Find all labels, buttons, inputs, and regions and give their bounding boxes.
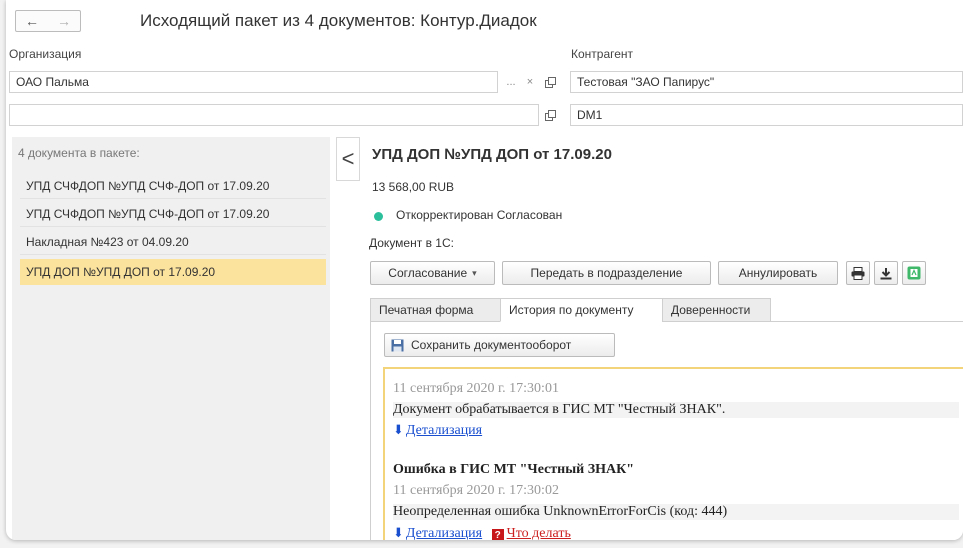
save-workflow-button[interactable]: Сохранить документооборот <box>384 333 615 357</box>
green-document-button[interactable] <box>902 261 926 285</box>
doc-1c-label: Документ в 1С: <box>369 236 454 250</box>
history-timestamp: 11 сентября 2020 г. 17:30:02 <box>393 483 559 498</box>
document-amount: 13 568,00 RUB <box>372 180 455 194</box>
print-button[interactable] <box>846 261 870 285</box>
download-icon: ⬇ <box>393 422 404 437</box>
tab-print-form[interactable]: Печатная форма <box>370 298 501 322</box>
what-to-do-link[interactable]: Что делать <box>507 526 571 540</box>
chevron-left-icon: < <box>341 146 355 171</box>
document-status: Откорректирован Согласован <box>396 208 563 222</box>
package-item[interactable]: УПД СЧФДОП №УПД СЧФ-ДОП от 17.09.20 <box>20 201 326 227</box>
package-header: 4 документа в пакете: <box>18 146 140 160</box>
download-icon: ⬇ <box>393 525 404 540</box>
package-item[interactable]: УПД СЧФДОП №УПД СЧФ-ДОП от 17.09.20 <box>20 173 326 199</box>
counterparty-box-field[interactable]: DM1 <box>570 104 963 126</box>
history-details: ⬇ Детализация ? Что делать <box>393 525 571 540</box>
details-link[interactable]: Детализация <box>406 423 482 438</box>
transfer-button[interactable]: Передать в подразделение <box>502 261 711 285</box>
arrow-right-icon: → <box>57 13 71 29</box>
package-item-selected[interactable]: УПД ДОП №УПД ДОП от 17.09.20 <box>20 259 326 285</box>
history-message: Документ обрабатывается в ГИС МТ "Честны… <box>393 402 959 418</box>
arrow-left-icon: ← <box>25 13 39 29</box>
package-panel: 4 документа в пакете: УПД СЧФДОП №УПД СЧ… <box>12 137 330 540</box>
chevron-down-icon: ▾ <box>472 267 477 278</box>
open-icon[interactable] <box>540 71 560 93</box>
counterparty-label: Контрагент <box>571 47 634 61</box>
download-button[interactable] <box>874 261 898 285</box>
document-tabs: Печатная форма История по документу Дове… <box>370 298 963 322</box>
annul-button[interactable]: Аннулировать <box>718 261 838 285</box>
navigation-buttons: ← → <box>15 10 81 32</box>
status-dot-icon <box>374 212 383 221</box>
details-link[interactable]: Детализация <box>406 526 482 540</box>
question-icon: ? <box>491 529 504 540</box>
forward-button[interactable]: → <box>48 11 80 31</box>
history-message: Неопределенная ошибка UnknownErrorForCis… <box>393 504 959 520</box>
organization-field[interactable]: ОАО Пальма <box>9 71 498 93</box>
history-tab-content: Сохранить документооборот 11 сентября 20… <box>370 322 963 540</box>
page-title: Исходящий пакет из 4 документов: Контур.… <box>140 11 537 30</box>
tab-powers-of-attorney[interactable]: Доверенности <box>662 298 771 322</box>
history-timestamp: 11 сентября 2020 г. 17:30:01 <box>393 381 559 396</box>
save-workflow-label: Сохранить документооборот <box>411 338 572 352</box>
history-log: 11 сентября 2020 г. 17:30:01 Документ об… <box>383 367 963 540</box>
approval-label: Согласование <box>388 266 468 280</box>
organization-label: Организация <box>9 47 82 61</box>
package-item[interactable]: Накладная №423 от 04.09.20 <box>20 229 326 255</box>
back-button[interactable]: ← <box>16 11 48 31</box>
history-error-title: Ошибка в ГИС МТ "Честный ЗНАК" <box>393 462 635 477</box>
open-icon[interactable] <box>540 104 560 126</box>
select-button[interactable]: ... <box>501 71 521 93</box>
app-window: ← → Исходящий пакет из 4 документов: Кон… <box>6 0 963 540</box>
approval-dropdown-button[interactable]: Согласование ▾ <box>370 261 495 285</box>
organization-extra-field[interactable] <box>9 104 539 126</box>
clear-button[interactable]: × <box>520 71 540 93</box>
download-icon <box>880 267 892 279</box>
document-title: УПД ДОП №УПД ДОП от 17.09.20 <box>372 146 612 163</box>
collapse-panel-button[interactable]: < <box>336 137 360 181</box>
history-details: ⬇ Детализация <box>393 422 482 439</box>
save-icon <box>391 339 404 351</box>
tab-history[interactable]: История по документу <box>500 298 663 322</box>
printer-icon <box>851 266 865 280</box>
counterparty-field[interactable]: Тестовая "ЗАО Папирус" <box>570 71 963 93</box>
document-green-icon <box>907 266 921 280</box>
